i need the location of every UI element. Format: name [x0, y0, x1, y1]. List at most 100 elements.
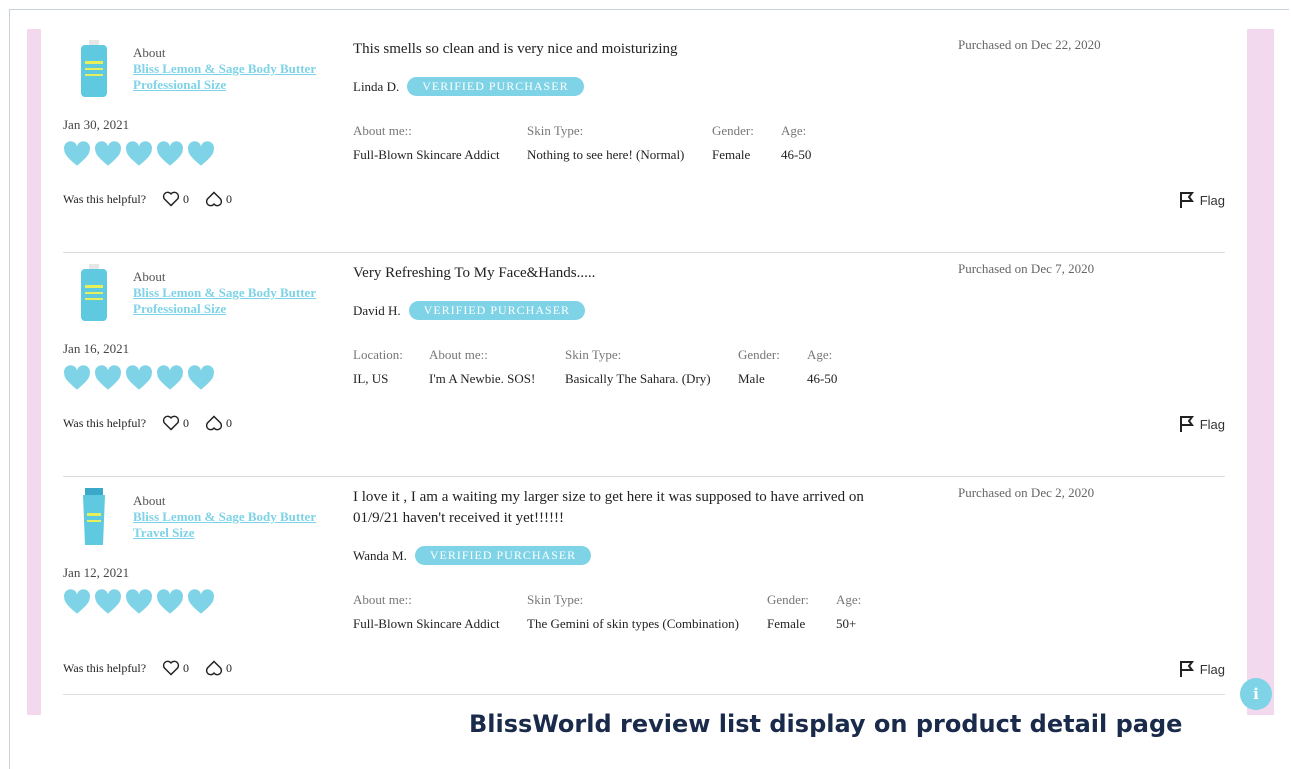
reviewer-name: David H.: [353, 302, 401, 318]
attr-skin-type: Skin Type: Basically The Sahara. (Dry): [565, 347, 711, 386]
attr-age: Age: 50+: [836, 592, 862, 631]
heart-rating-icon: [64, 589, 90, 614]
review-divider: [63, 694, 1225, 695]
dislike-count: 0: [226, 415, 233, 430]
verified-purchaser-badge: VERIFIED PURCHASER: [407, 77, 584, 96]
heart-rating-icon: [64, 365, 90, 390]
helpful-label: Was this helpful?: [63, 415, 147, 430]
attr-gender: Gender: Female: [767, 592, 809, 631]
heart-rating-icon: [157, 365, 183, 390]
attr-age: Age: 46-50: [781, 123, 812, 162]
product-thumbnail-icon: [81, 264, 107, 321]
heart-rating-icon: [188, 141, 214, 166]
helpful-row: Was this helpful? 0 0: [63, 191, 232, 207]
attr-age: Age: 46-50: [807, 347, 838, 386]
flag-button[interactable]: Flag: [1179, 415, 1225, 433]
review-date: Jan 12, 2021: [63, 565, 130, 580]
review-item: About Bliss Lemon & Sage Body Butter Prof…: [63, 253, 1225, 477]
about-label: About: [133, 269, 166, 284]
review-date: Jan 16, 2021: [63, 341, 130, 356]
product-link[interactable]: Bliss Lemon & Sage Body Butter Profession…: [133, 285, 353, 317]
rating-hearts: [63, 141, 215, 167]
helpful-row: Was this helpful? 0 0: [63, 660, 232, 676]
attr-gender: Gender: Female: [712, 123, 754, 162]
like-count: 0: [183, 660, 190, 675]
review-date: Jan 30, 2021: [63, 117, 130, 132]
broken-heart-outline-icon: [205, 660, 223, 676]
about-label: About: [133, 493, 166, 508]
flag-label: Flag: [1199, 192, 1225, 208]
info-icon: i: [1253, 685, 1259, 703]
heart-rating-icon: [126, 365, 152, 390]
heart-rating-icon: [157, 141, 183, 166]
reviewer-row: Linda D. VERIFIED PURCHASER: [353, 77, 584, 96]
review-headline: I love it , I am a waiting my larger siz…: [353, 489, 864, 526]
review-item: About Bliss Lemon & Sage Body Butter Trav…: [63, 477, 1225, 695]
review-headline: This smells so clean and is very nice an…: [353, 41, 678, 57]
flag-button[interactable]: Flag: [1179, 660, 1225, 678]
dislike-count: 0: [226, 191, 233, 206]
reviewer-name: Wanda M.: [353, 547, 407, 563]
product-link[interactable]: Bliss Lemon & Sage Body Butter Travel Siz…: [133, 509, 353, 541]
dislike-button[interactable]: 0: [205, 660, 232, 676]
like-count: 0: [183, 415, 190, 430]
like-button[interactable]: 0: [162, 660, 189, 676]
review-list: About Bliss Lemon & Sage Body Butter Prof…: [41, 29, 1247, 715]
heart-outline-icon: [162, 660, 180, 676]
flag-button[interactable]: Flag: [1179, 191, 1225, 209]
about-label: About: [133, 45, 166, 60]
reviewer-row: Wanda M. VERIFIED PURCHASER: [353, 546, 592, 565]
heart-outline-icon: [162, 191, 180, 207]
caption-text: BlissWorld review list display on produc…: [469, 710, 1183, 738]
attr-about-me: About me:: I'm A Newbie. SOS!: [429, 347, 536, 386]
heart-rating-icon: [95, 365, 121, 390]
flag-icon: [1179, 661, 1194, 677]
heart-outline-icon: [162, 415, 180, 431]
helpful-label: Was this helpful?: [63, 191, 147, 206]
heart-rating-icon: [95, 141, 121, 166]
attr-about-me: About me:: Full-Blown Skincare Addict: [353, 123, 500, 162]
helpful-label: Was this helpful?: [63, 660, 147, 675]
attr-about-me: About me:: Full-Blown Skincare Addict: [353, 592, 500, 631]
dislike-button[interactable]: 0: [205, 191, 232, 207]
verified-purchaser-badge: VERIFIED PURCHASER: [408, 301, 586, 320]
attr-skin-type: Skin Type: The Gemini of skin types (Comb…: [527, 592, 739, 631]
heart-rating-icon: [188, 365, 214, 390]
like-count: 0: [183, 191, 190, 206]
review-item: About Bliss Lemon & Sage Body Butter Prof…: [63, 29, 1225, 253]
broken-heart-outline-icon: [205, 191, 223, 207]
verified-purchaser-badge: VERIFIED PURCHASER: [414, 546, 592, 565]
dislike-count: 0: [226, 660, 233, 675]
product-thumbnail-icon: [83, 488, 105, 545]
attr-location: Location: IL, US: [353, 347, 403, 386]
purchase-date: Purchased on Dec 7, 2020: [958, 261, 1095, 276]
attr-gender: Gender: Male: [738, 347, 780, 386]
flag-label: Flag: [1199, 416, 1225, 432]
left-accent-stripe: [27, 29, 41, 715]
flag-label: Flag: [1199, 661, 1225, 677]
heart-rating-icon: [157, 589, 183, 614]
purchase-date: Purchased on Dec 22, 2020: [958, 37, 1101, 52]
product-link[interactable]: Bliss Lemon & Sage Body Butter Profession…: [133, 61, 353, 93]
product-thumbnail-icon: [81, 40, 107, 97]
flag-icon: [1179, 416, 1194, 432]
heart-rating-icon: [126, 589, 152, 614]
reviewer-row: David H. VERIFIED PURCHASER: [353, 301, 586, 320]
like-button[interactable]: 0: [162, 191, 189, 207]
heart-rating-icon: [95, 589, 121, 614]
dislike-button[interactable]: 0: [205, 415, 232, 431]
attr-skin-type: Skin Type: Nothing to see here! (Normal): [527, 123, 685, 162]
right-accent-stripe: [1247, 29, 1274, 715]
broken-heart-outline-icon: [205, 415, 223, 431]
purchase-date: Purchased on Dec 2, 2020: [958, 485, 1095, 500]
rating-hearts: [63, 589, 215, 615]
info-button[interactable]: i: [1240, 678, 1272, 710]
rating-hearts: [63, 365, 215, 391]
heart-rating-icon: [64, 141, 90, 166]
flag-icon: [1179, 192, 1194, 208]
heart-rating-icon: [126, 141, 152, 166]
like-button[interactable]: 0: [162, 415, 189, 431]
reviewer-name: Linda D.: [353, 78, 400, 94]
heart-rating-icon: [188, 589, 214, 614]
review-headline: Very Refreshing To My Face&Hands.....: [353, 265, 596, 281]
